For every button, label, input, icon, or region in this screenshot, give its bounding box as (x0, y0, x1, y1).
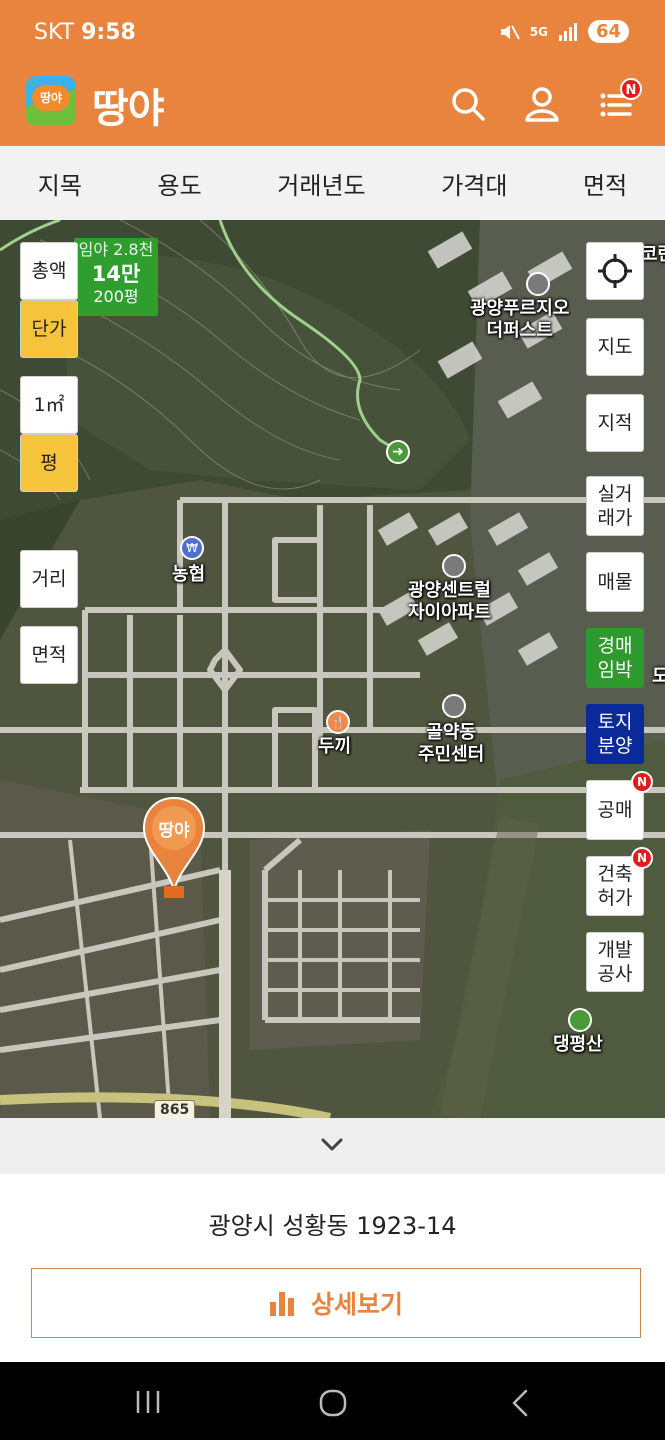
status-bar: SKT 9:58 5G 64 (0, 0, 665, 66)
filter-price-range[interactable]: 가격대 (441, 166, 507, 201)
location-marker[interactable]: 땅야 (140, 794, 208, 906)
price-tag-value: 14만 (91, 262, 141, 286)
real-trade-price-button[interactable]: 실거 래가 (586, 476, 644, 536)
map-layer-button[interactable]: 지도 (586, 318, 644, 376)
clock: 9:58 (81, 20, 136, 45)
toggle-pyeong[interactable]: 평 (20, 434, 78, 492)
menu-new-badge: N (620, 78, 642, 100)
filter-area[interactable]: 면적 (583, 166, 627, 201)
label-nh[interactable]: 농협 (172, 564, 205, 586)
public-sale-button[interactable]: 공매 N (586, 771, 653, 840)
label-edge-2: 도 (652, 666, 665, 687)
label-apt-purgio[interactable]: 광양푸르지오 더퍼스트 (470, 298, 569, 342)
label-community-center[interactable]: 골약동 주민센터 (418, 722, 484, 766)
current-location-button[interactable] (586, 242, 644, 300)
label-mountain[interactable]: 댕평산 (553, 1034, 603, 1056)
restaurant-icon: 🍴 (326, 710, 350, 734)
mountain-icon (568, 1008, 592, 1032)
bank-icon: ₩ (180, 536, 204, 560)
price-tag[interactable]: 임야 2.8천 14만 200평 (74, 238, 158, 316)
auction-imminent-button[interactable]: 경매 임박 (586, 628, 644, 688)
view-details-label: 상세보기 (310, 1290, 403, 1319)
map-pin-icon (142, 796, 206, 898)
label-edge-1: 코란 (641, 244, 665, 265)
road-number-badge: 865 (154, 1100, 196, 1118)
land-sale-button[interactable]: 토지 분양 (586, 704, 644, 764)
price-tag-area: 200평 (93, 287, 139, 306)
area-tool-button[interactable]: 면적 (20, 626, 78, 684)
app-logo[interactable]: 땅야 (26, 76, 76, 126)
signal-icon (558, 22, 577, 41)
filter-usage[interactable]: 용도 (158, 166, 202, 201)
label-community-center-text: 골약동 주민센터 (418, 722, 485, 765)
label-central-xi[interactable]: 광양센트럴 자이아파트 (408, 580, 491, 624)
status-right: 5G 64 (498, 20, 629, 43)
system-nav-bar (0, 1362, 665, 1440)
map-imagery (0, 220, 665, 1118)
app-header: 땅야 땅야 N (0, 66, 665, 146)
satellite-map[interactable]: 광양푸르지오 더퍼스트 ➜ ₩ 농협 광양센트럴 자이아파트 🍴 두끼 골약동 … (0, 220, 665, 1118)
parcel-info-sheet: 광양시 성황동 1923-14 상세보기 (0, 1174, 665, 1362)
cadastral-layer-button[interactable]: 지적 (586, 394, 644, 452)
network-type: 5G (529, 24, 548, 39)
user-icon[interactable] (522, 84, 562, 124)
government-office-icon (442, 694, 466, 718)
toggle-unit-price[interactable]: 단가 (20, 300, 78, 358)
building-permit-button[interactable]: 건축 허가 N (586, 847, 653, 916)
development-work-button[interactable]: 개발 공사 (586, 932, 644, 992)
building-permit-new-badge: N (631, 847, 653, 869)
apartment-icon (442, 554, 466, 578)
filter-bar: 지목 용도 거래년도 가격대 면적 (0, 146, 665, 220)
recent-apps-icon[interactable] (134, 1388, 162, 1416)
logo-text: 땅야 (32, 85, 70, 111)
marker-label: 땅야 (158, 821, 190, 841)
distance-tool-button[interactable]: 거리 (20, 550, 78, 608)
filter-land-category[interactable]: 지목 (38, 166, 82, 201)
back-icon[interactable] (508, 1388, 532, 1418)
price-tag-category: 임야 2.8천 (78, 240, 154, 259)
trail-arrow-icon: ➜ (386, 440, 410, 464)
label-central-xi-text: 광양센트럴 자이아파트 (408, 580, 491, 623)
crosshair-icon (598, 254, 632, 288)
label-apt-purgio-text: 광양푸르지오 더퍼스트 (470, 298, 570, 341)
building-permit-label: 건축 허가 (597, 863, 633, 909)
parcel-address: 광양시 성황동 1923-14 (208, 1212, 457, 1240)
view-details-button[interactable]: 상세보기 (31, 1268, 641, 1338)
toggle-total-price[interactable]: 총액 (20, 242, 78, 300)
app-title: 땅야 (92, 86, 165, 132)
carrier: SKT (34, 20, 75, 45)
filter-trade-year[interactable]: 거래년도 (277, 166, 365, 201)
listing-button[interactable]: 매물 (586, 552, 644, 612)
sheet-collapse-bar[interactable] (0, 1118, 665, 1174)
public-sale-new-badge: N (631, 771, 653, 793)
chevron-down-icon[interactable] (320, 1136, 344, 1154)
bar-chart-icon (269, 1292, 294, 1316)
battery-level: 64 (587, 20, 629, 43)
search-icon[interactable] (448, 84, 488, 124)
public-sale-label: 공매 (597, 799, 633, 821)
apartment-icon (526, 272, 550, 296)
mute-icon (500, 24, 520, 39)
label-dugi[interactable]: 두끼 (318, 736, 351, 758)
status-left: SKT 9:58 (34, 20, 136, 45)
home-icon[interactable] (318, 1388, 348, 1418)
toggle-sqm[interactable]: 1㎡ (20, 376, 78, 434)
